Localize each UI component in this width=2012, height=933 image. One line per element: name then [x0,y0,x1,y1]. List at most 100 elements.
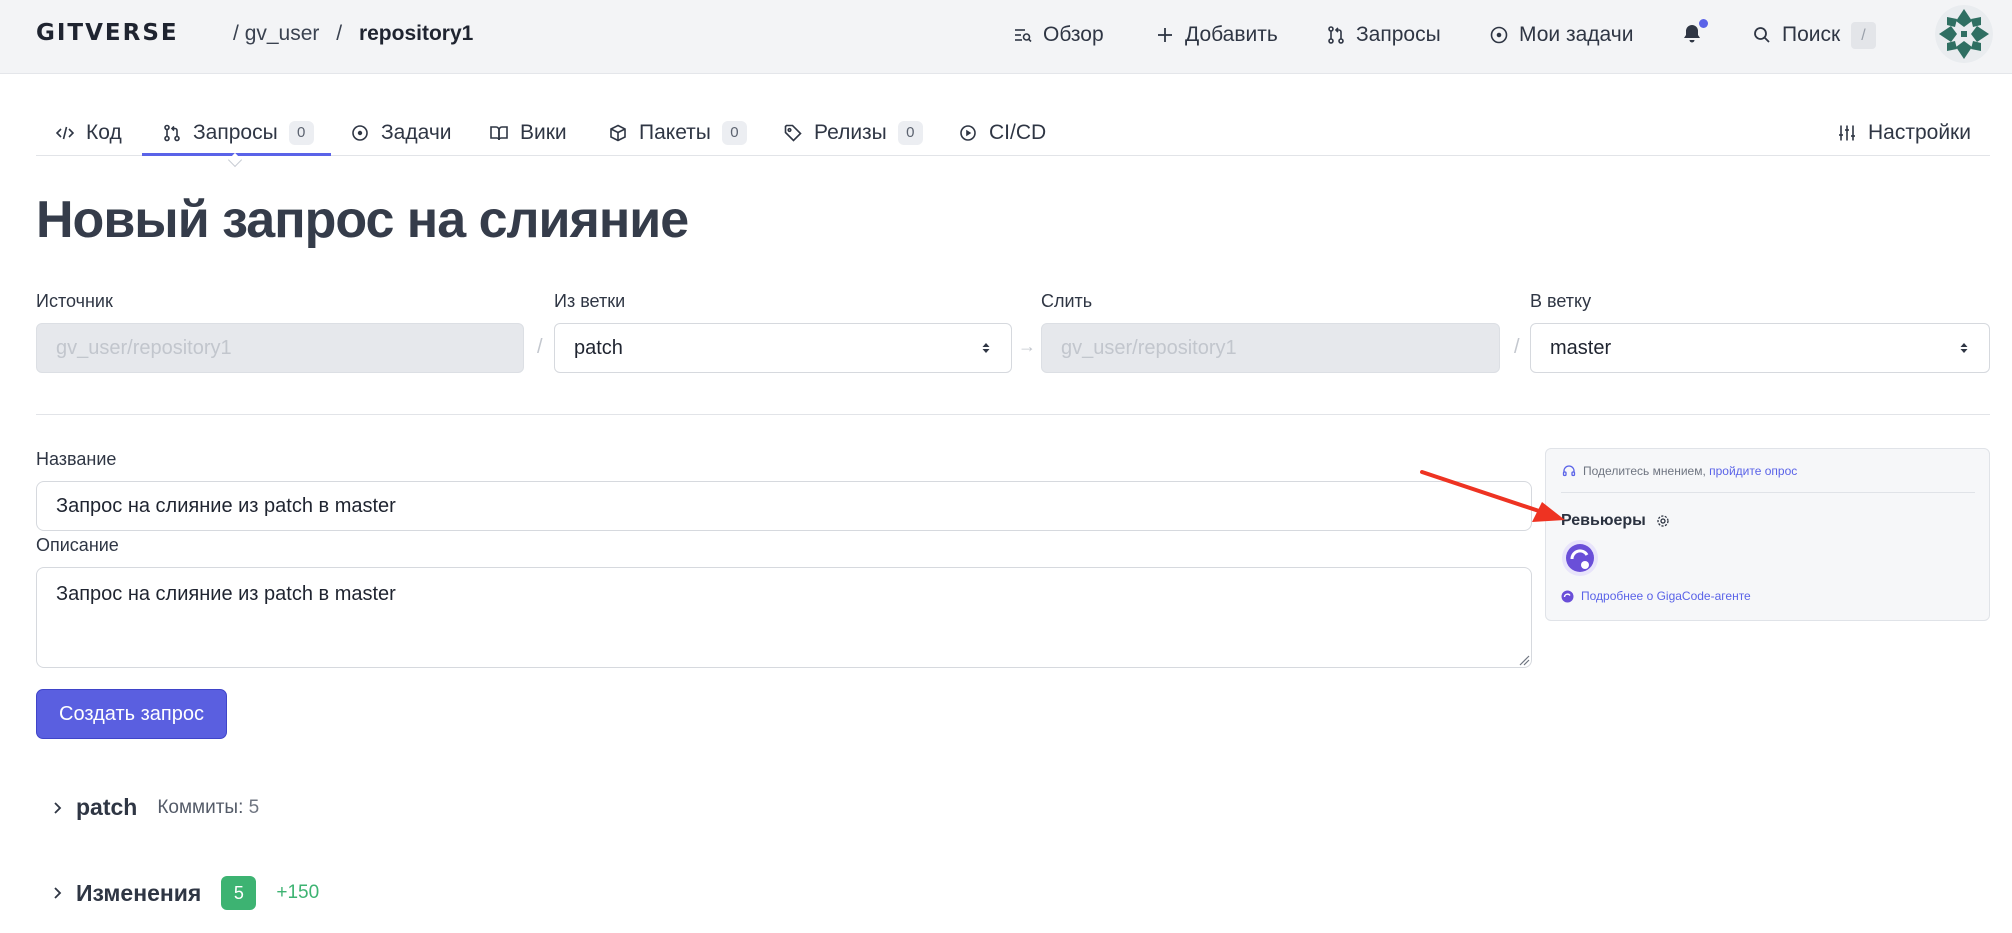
tab-releases-label: Релизы [814,121,887,144]
create-request-button[interactable]: Создать запрос [36,689,227,739]
tab-releases-count: 0 [897,121,923,145]
top-header: GITVERSE / gv_user / repository1 Обзор Д… [0,0,2012,74]
poll-link[interactable]: пройдите опрос [1709,464,1797,478]
target-label: Слить [1041,291,1093,311]
breadcrumb: / gv_user / repository1 [233,22,473,46]
side-panel: Поделитесь мнением, пройдите опрос Ревью… [1545,448,1990,621]
issue-circle-icon [352,125,368,141]
tab-requests-count: 0 [288,121,314,145]
gitverse-logo[interactable]: GITVERSE [36,20,179,46]
nav-my-tasks-label: Мои задачи [1519,23,1634,46]
issue-circle-icon [1490,26,1508,44]
nav-requests[interactable]: Запросы [1326,20,1441,50]
slash-separator: / [537,336,543,358]
tab-packages-label: Пакеты [639,121,711,144]
nav-overview-label: Обзор [1043,23,1104,46]
from-branch-label: Из ветки [554,291,626,311]
gigacode-icon [1561,590,1574,602]
tab-code-label: Код [86,121,122,144]
user-avatar[interactable] [1935,5,1993,63]
to-branch-label: В ветку [1530,291,1592,311]
tab-requests-label: Запросы [193,121,278,144]
gigacode-info-link[interactable]: Подробнее о GigaCode-агенте [1561,589,1751,603]
tab-wiki[interactable]: Вики [490,110,567,156]
chevron-right-icon [54,887,62,899]
select-updown-icon [982,343,990,353]
changes-expander[interactable]: Изменения 5 +150 [50,876,319,910]
lines-added: +150 [276,882,320,903]
gigacode-link-text: Подробнее о GigaCode-агенте [1581,589,1751,603]
commits-label: Коммиты: [157,796,244,818]
nav-overview[interactable]: Обзор [1013,20,1104,50]
pull-request-icon [1328,26,1344,44]
source-label: Источник [36,291,113,311]
title-label: Название [36,449,117,469]
poll-text: Поделитесь мнением, [1583,464,1706,478]
source-repo-field: gv_user/repository1 [36,323,524,373]
arrow-right-icon: → [1018,336,1036,356]
page-title: Новый запрос на слияние [36,191,689,249]
search-button[interactable]: Поиск [1752,20,1840,50]
from-branch-value: patch [574,336,623,359]
to-branch-select[interactable]: master [1530,323,1990,373]
pull-request-icon [164,124,180,142]
tab-packages[interactable]: Пакеты 0 [609,110,747,156]
select-updown-icon [1960,343,1968,353]
gigacode-agent-avatar[interactable] [1561,539,1599,577]
description-label: Описание [36,535,119,555]
title-input[interactable]: Запрос на слияние из patch в master [36,481,1532,531]
from-branch-select[interactable]: patch [554,323,1012,373]
nav-requests-label: Запросы [1356,23,1441,46]
breadcrumb-separator: / [336,22,343,45]
nav-add-label: Добавить [1185,23,1278,46]
tag-icon [784,124,802,142]
breadcrumb-user[interactable]: gv_user [245,22,320,45]
search-label: Поиск [1782,23,1841,46]
nav-add[interactable]: Добавить [1155,20,1278,50]
tab-packages-count: 0 [721,121,747,145]
plus-icon [1158,28,1172,42]
notification-dot [1699,19,1708,28]
tab-code[interactable]: Код [56,110,122,156]
breadcrumb-separator: / [233,22,239,45]
target-repo-field: gv_user/repository1 [1041,323,1500,373]
search-shortcut-key: / [1851,22,1876,49]
panel-divider [1561,492,1975,493]
tab-cicd-label: CI/CD [989,121,1047,144]
reviewers-label: Ревьюеры [1561,512,1646,529]
tab-wiki-label: Вики [520,121,567,144]
gear-icon[interactable] [1656,514,1670,528]
settings-sliders-icon [1839,125,1855,141]
commits-expander[interactable]: patch Коммиты: 5 [50,794,259,821]
commits-count: 5 [248,796,260,818]
package-icon [610,124,626,142]
changes-label: Изменения [76,879,202,906]
code-icon [56,126,74,140]
tab-requests[interactable]: Запросы 0 [163,110,314,156]
section-divider [36,414,1990,415]
tab-cicd[interactable]: CI/CD [959,110,1046,156]
tab-releases[interactable]: Релизы 0 [784,110,923,156]
reviewers-heading: Ревьюеры [1561,512,1670,530]
description-textarea[interactable]: Запрос на слияние из patch в master [36,567,1532,668]
book-icon [490,126,508,141]
breadcrumb-repo[interactable]: repository1 [359,22,473,45]
commits-meta: Коммиты: 5 [157,797,259,819]
resize-handle-icon[interactable] [1518,654,1530,666]
overview-icon [1015,29,1032,43]
nav-my-tasks[interactable]: Мои задачи [1489,20,1633,50]
annotation-arrow [1420,470,1565,522]
chevron-right-icon [54,801,62,814]
search-icon [1754,27,1770,43]
repo-tabs: Код Запросы 0 Задачи Вики Пакеты 0 Релиз… [36,110,1990,156]
poll-banner: Поделитесь мнением, пройдите опрос [1562,464,1797,478]
tab-settings-label: Настройки [1868,121,1971,144]
to-branch-value: master [1550,336,1612,359]
tab-tasks-label: Задачи [381,121,452,144]
slash-separator: / [1514,336,1520,358]
changed-files-badge: 5 [221,876,257,910]
play-circle-icon [960,125,976,141]
tab-tasks[interactable]: Задачи [351,110,452,156]
branch-name: patch [76,794,138,820]
tab-settings[interactable]: Настройки [1838,110,1971,156]
